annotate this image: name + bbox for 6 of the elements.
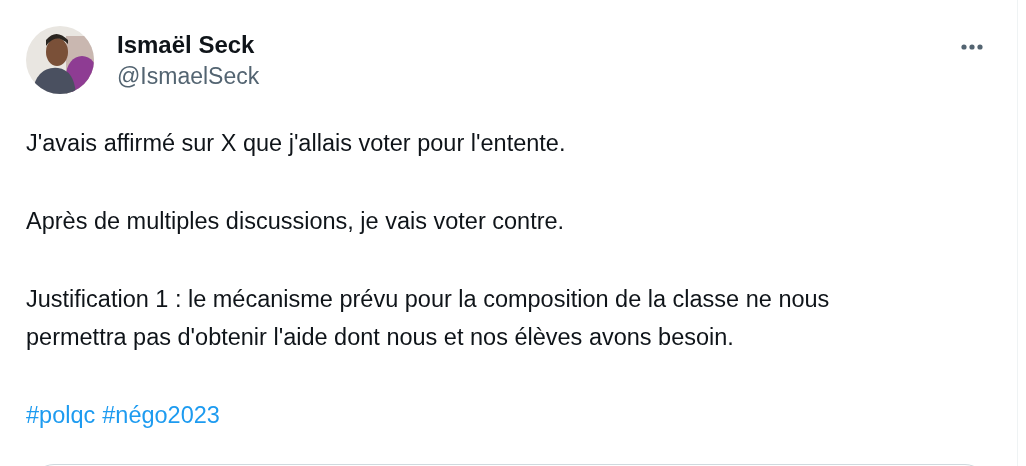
- post-text: Après de multiples discussions, je vais voter contre.: [26, 207, 566, 236]
- more-options-icon[interactable]: [961, 44, 983, 50]
- author-handle[interactable]: @IsmaelSeck: [117, 62, 938, 90]
- post-text: Justification 1 : le mécanisme prévu pour la composition de la classe ne nous permettra pas d'obtenir l'aide dont nous et nos élèves avons besoin.: [26, 285, 831, 352]
- author-name[interactable]: Ismaël Seck: [117, 30, 938, 59]
- post-text: J'avais affirmé sur X que j'allais voter pour l'entente.: [26, 129, 567, 158]
